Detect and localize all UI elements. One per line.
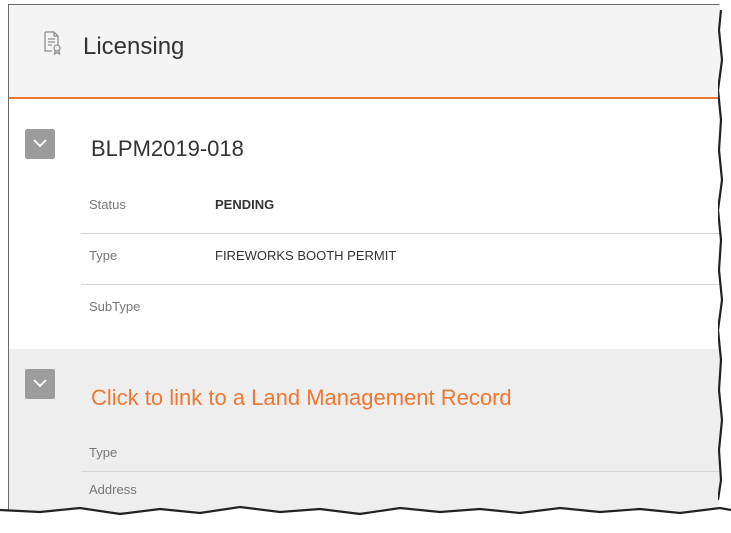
land-management-collapse-toggle[interactable] — [25, 369, 55, 399]
type-value: FIREWORKS BOOTH PERMIT — [215, 248, 397, 263]
field-row-type: Type FIREWORKS BOOTH PERMIT — [81, 234, 727, 285]
chevron-down-icon — [33, 135, 47, 153]
licensing-panel: Licensing BLPM2019-018 Status PENDING Ty… — [8, 4, 727, 517]
field-label: Type — [89, 248, 118, 263]
field-label: Status — [89, 197, 126, 212]
license-document-icon — [43, 31, 63, 56]
field-row-status: Status PENDING — [81, 183, 727, 234]
field-label: SubType — [89, 299, 141, 314]
panel-header: Licensing — [9, 5, 727, 99]
torn-edge-bottom — [0, 505, 731, 533]
record-collapse-toggle[interactable] — [25, 129, 55, 159]
field-row-subtype: SubType — [81, 285, 727, 335]
field-label: Type — [89, 445, 118, 460]
record-id: BLPM2019-018 — [91, 136, 244, 161]
link-land-management-record[interactable]: Click to link to a Land Management Recor… — [91, 385, 512, 411]
torn-edge-right — [718, 0, 731, 533]
record-section: BLPM2019-018 Status PENDING Type FIREWOR… — [9, 99, 727, 349]
field-row-lm-type: Type — [81, 429, 727, 472]
status-value: PENDING — [215, 197, 275, 212]
chevron-down-icon — [33, 375, 47, 393]
page-title: Licensing — [83, 33, 185, 60]
